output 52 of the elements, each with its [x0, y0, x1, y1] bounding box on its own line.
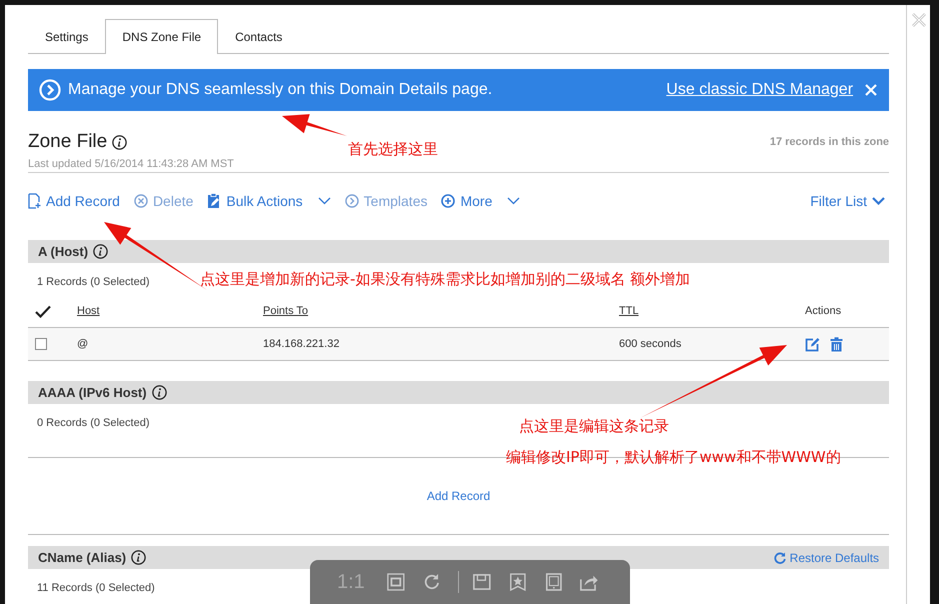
- annotation-note: 点这里是编辑这条记录: [519, 417, 669, 435]
- section-title: CName (Alias): [38, 550, 126, 565]
- last-updated: Last updated 5/16/2014 11:43:28 AM MST: [28, 158, 235, 170]
- checkmark-icon[interactable]: [35, 304, 51, 318]
- section-title: AAAA (IPv6 Host): [38, 385, 147, 400]
- chevron-down-icon: [872, 197, 886, 205]
- delete-icon: [134, 194, 148, 208]
- info-icon[interactable]: [152, 385, 167, 400]
- monitor-icon[interactable]: [544, 572, 562, 592]
- plus-circle-icon: [441, 194, 456, 208]
- add-document-icon: [28, 193, 41, 209]
- zone-title: Zone File: [28, 131, 108, 153]
- records-summary: 1 Records (0 Selected): [37, 276, 150, 288]
- refresh-icon: [774, 552, 786, 564]
- row-checkbox[interactable]: [35, 338, 47, 350]
- column-header: Actions: [805, 305, 842, 317]
- fit-screen-icon[interactable]: [386, 572, 405, 592]
- tab[interactable]: Contacts: [218, 19, 300, 54]
- trash-icon[interactable]: [830, 336, 843, 352]
- add-record-link[interactable]: Add Record: [426, 489, 490, 503]
- tab[interactable]: Settings: [28, 19, 106, 54]
- table-cell-text: @: [77, 338, 90, 350]
- annotation-note: 点这里是增加新的记录-如果没有特殊需求比如增加别的二级域名 额外增加: [200, 270, 690, 288]
- section-title: A (Host): [38, 244, 88, 259]
- column-header[interactable]: Points To: [263, 305, 619, 317]
- filter-list-button[interactable]: Filter List: [810, 193, 886, 209]
- annotation-note: 编辑修改IP即可，默认解析了www和不带WWW的: [506, 448, 841, 466]
- records-summary: 0 Records (0 Selected): [37, 417, 150, 429]
- info-icon[interactable]: [93, 244, 108, 259]
- records-summary: 11 Records (0 Selected): [37, 582, 155, 594]
- info-icon[interactable]: [112, 134, 128, 150]
- column-header[interactable]: TTL: [619, 305, 805, 317]
- classic-dns-link[interactable]: Use classic DNS Manager: [666, 81, 854, 99]
- toolbar-button[interactable]: Bulk Actions: [207, 193, 331, 209]
- restore-defaults-button[interactable]: Restore Defaults: [774, 550, 880, 564]
- save-icon[interactable]: [473, 572, 491, 592]
- info-icon[interactable]: [131, 550, 146, 565]
- arrow-circle-icon: [39, 79, 61, 101]
- toolbar-button[interactable]: Add Record: [28, 193, 120, 209]
- banner-message: Manage your DNS seamlessly on this Domain Details page.: [68, 81, 494, 99]
- annotation-note: 首先选择这里: [348, 140, 438, 158]
- chevron-circle-icon: [344, 194, 359, 208]
- edit-icon[interactable]: [805, 336, 820, 352]
- table-cell-text: 184.168.221.32: [263, 338, 340, 350]
- clipboard-icon: [207, 193, 222, 209]
- toolbar-button[interactable]: More: [441, 193, 520, 209]
- star-bookmark-icon[interactable]: [508, 572, 527, 592]
- table-cell-text: 600 seconds: [619, 338, 682, 350]
- rotate-icon[interactable]: [422, 572, 440, 592]
- record-count: 17 records in this zone: [770, 136, 890, 148]
- tab[interactable]: DNS Zone File: [105, 19, 218, 54]
- column-header[interactable]: Host: [77, 305, 263, 317]
